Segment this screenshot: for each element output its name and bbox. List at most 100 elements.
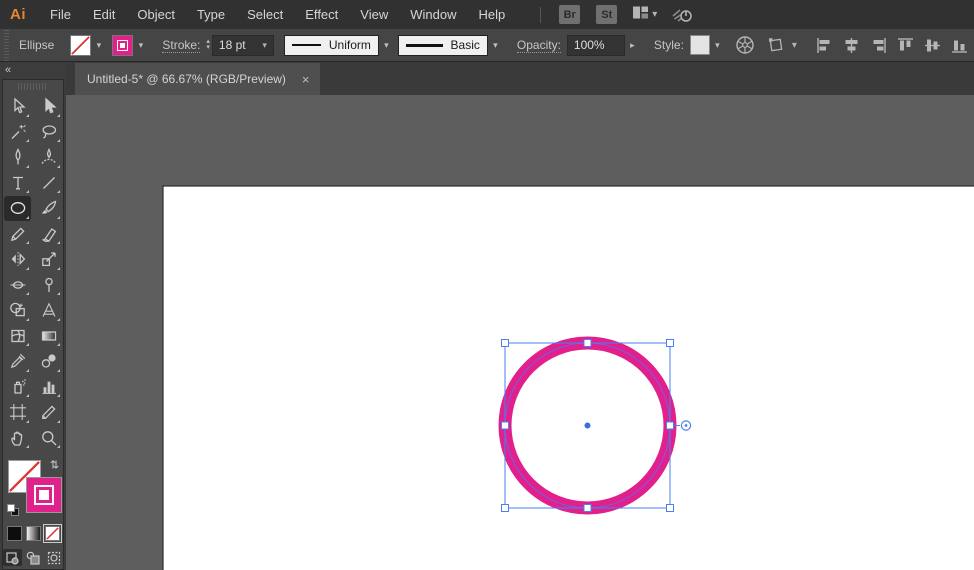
brush-preview — [405, 43, 443, 47]
toolbar-grip[interactable] — [18, 83, 48, 90]
gradient-button[interactable] — [25, 526, 41, 541]
toolbar-panel: ⇄ — [2, 79, 64, 570]
zoom-tool[interactable] — [35, 426, 62, 451]
pen-tool[interactable] — [4, 145, 31, 170]
lasso-tool[interactable] — [35, 120, 62, 145]
brush-dropdown[interactable]: Basic — [397, 34, 488, 56]
handle-top-center — [583, 339, 592, 347]
menubar-separator — [540, 6, 542, 23]
transform-options-icon[interactable]: ▾ — [767, 35, 797, 55]
blend-tool[interactable] — [35, 349, 62, 374]
tool-dock: « ⇄ — [0, 62, 66, 570]
center-point[interactable] — [584, 422, 591, 429]
recolor-artwork-icon[interactable] — [735, 35, 755, 55]
menu-item-type[interactable]: Type — [186, 0, 236, 29]
fill-color-swatch[interactable] — [70, 34, 92, 56]
column-graph-tool[interactable] — [35, 375, 62, 400]
ellipse-tool[interactable] — [4, 196, 31, 221]
workspace-layout-icon — [632, 5, 649, 25]
hand-tool[interactable] — [4, 426, 31, 451]
draw-behind-button[interactable] — [24, 549, 43, 566]
opacity-panel-link[interactable]: Opacity: — [516, 38, 561, 53]
document-tab[interactable]: Untitled-5* @ 66.67% (RGB/Preview) × — [75, 63, 320, 95]
eraser-tool[interactable] — [35, 222, 62, 247]
illustrator-window: Ai File Edit Object Type Select Effect View Win… — [0, 0, 974, 570]
menu-item-object[interactable]: Object — [126, 0, 186, 29]
align-vertical-bottom-icon[interactable] — [946, 33, 973, 57]
menu-item-edit[interactable]: Edit — [82, 0, 126, 29]
align-horizontal-left-icon[interactable] — [811, 33, 838, 57]
stroke-swatch-chevron-icon[interactable]: ▾ — [133, 35, 148, 56]
stroke-color-swatch[interactable] — [112, 34, 134, 56]
style-swatch[interactable] — [689, 35, 710, 55]
chevron-down-icon: ▾ — [791, 39, 797, 51]
draw-normal-button[interactable] — [2, 549, 22, 566]
selection-tool[interactable] — [4, 94, 31, 119]
power-icon[interactable] — [671, 6, 693, 24]
menu-item-help[interactable]: Help — [467, 0, 516, 29]
bridge-button[interactable]: Br — [559, 5, 581, 24]
handle-top-left — [501, 339, 509, 347]
menu-item-window[interactable]: Window — [399, 0, 467, 29]
fill-swatch-chevron-icon[interactable]: ▾ — [91, 35, 106, 56]
app-logo[interactable]: Ai — [0, 6, 39, 23]
align-vertical-top-icon[interactable] — [892, 33, 919, 57]
width-tool[interactable] — [4, 273, 31, 298]
brush-chevron-icon[interactable]: ▾ — [488, 35, 503, 56]
stroke-weight-field[interactable]: 18 pt ▾ — [211, 34, 274, 56]
artboard-tool[interactable] — [4, 400, 31, 425]
menu-item-select[interactable]: Select — [236, 0, 294, 29]
style-chevron-icon[interactable]: ▾ — [710, 35, 725, 56]
menu-item-view[interactable]: View — [349, 0, 399, 29]
swap-fill-stroke-icon[interactable]: ⇄ — [48, 460, 61, 469]
mesh-tool[interactable] — [4, 324, 31, 349]
canvas-viewport[interactable] — [66, 95, 974, 570]
align-horizontal-right-icon[interactable] — [865, 33, 892, 57]
scale-tool[interactable] — [35, 247, 62, 272]
stroke-weight-stepper[interactable]: ▴ ▾ — [206, 38, 210, 51]
stock-button[interactable]: St — [596, 5, 618, 24]
paintbrush-tool[interactable] — [35, 196, 62, 221]
menu-item-effect[interactable]: Effect — [294, 0, 349, 29]
panel-grip[interactable] — [2, 29, 11, 61]
gradient-tool[interactable] — [35, 324, 62, 349]
shape-builder-tool[interactable] — [4, 298, 31, 323]
fill-stroke-proxy: ⇄ — [2, 456, 64, 518]
tab-close-icon[interactable]: × — [302, 72, 310, 87]
menu-item-file[interactable]: File — [39, 0, 82, 29]
align-vertical-center-icon[interactable] — [919, 33, 946, 57]
tab-strip: Untitled-5* @ 66.67% (RGB/Preview) × — [66, 62, 974, 95]
magic-wand-tool[interactable] — [4, 120, 31, 145]
document-area: Untitled-5* @ 66.67% (RGB/Preview) × — [66, 62, 974, 570]
opacity-field[interactable]: 100% — [566, 34, 625, 56]
opacity-slider-arrow-icon[interactable]: ▸ — [625, 35, 640, 56]
type-tool[interactable] — [4, 171, 31, 196]
live-shape-widget[interactable] — [680, 420, 692, 431]
handle-bottom-center — [583, 504, 592, 512]
stroke-panel-link[interactable]: Stroke: — [162, 38, 201, 53]
draw-inside-button[interactable] — [45, 549, 64, 566]
handle-bottom-left — [501, 504, 509, 512]
eyedropper-tool[interactable] — [4, 349, 31, 374]
workspace-switcher[interactable]: ▾ — [632, 5, 657, 25]
chevron-down-icon: ▾ — [262, 39, 267, 50]
perspective-grid-tool[interactable] — [35, 298, 62, 323]
width-profile-chevron-icon[interactable]: ▾ — [379, 35, 394, 56]
symbol-sprayer-tool[interactable] — [4, 375, 31, 400]
puppet-warp-tool[interactable] — [35, 273, 62, 298]
slice-tool[interactable] — [35, 400, 62, 425]
curvature-tool[interactable] — [35, 145, 62, 170]
align-horizontal-center-icon[interactable] — [838, 33, 865, 57]
stroke-proxy-color[interactable] — [26, 477, 62, 513]
color-button[interactable] — [6, 526, 22, 541]
default-fill-stroke-icon[interactable] — [7, 504, 19, 516]
toolbar-collapse-button[interactable]: « — [5, 65, 11, 76]
width-profile-dropdown[interactable]: Uniform — [283, 34, 379, 56]
pencil-tool[interactable] — [4, 222, 31, 247]
rotate-tool[interactable] — [4, 247, 31, 272]
line-segment-tool[interactable] — [35, 171, 62, 196]
none-button[interactable] — [42, 524, 62, 543]
handle-top-right — [666, 339, 674, 347]
direct-selection-tool[interactable] — [35, 94, 62, 119]
menu-bar: Ai File Edit Object Type Select Effect View Win… — [0, 0, 974, 29]
